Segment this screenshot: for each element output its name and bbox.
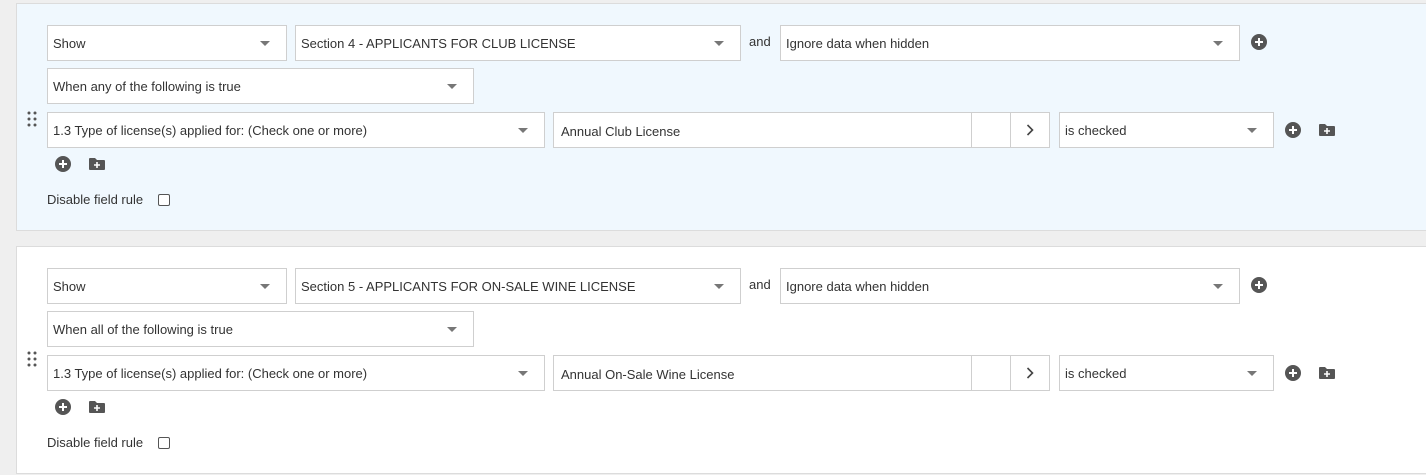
value-next-button[interactable] xyxy=(1010,113,1049,147)
operator-select[interactable]: is checked xyxy=(1059,355,1274,391)
action-select[interactable]: Show xyxy=(47,268,287,304)
disable-rule-checkbox[interactable] xyxy=(158,437,170,449)
add-condition-icon[interactable] xyxy=(1285,122,1301,138)
chevron-down-icon xyxy=(447,83,457,89)
add-condition-icon[interactable] xyxy=(55,156,71,172)
disable-rule-checkbox[interactable] xyxy=(158,194,170,206)
hidden-mode-select[interactable]: Ignore data when hidden xyxy=(780,268,1240,304)
hidden-mode-select[interactable]: Ignore data when hidden xyxy=(780,25,1240,61)
chevron-down-icon xyxy=(447,326,457,332)
drag-handle-icon[interactable] xyxy=(27,351,37,367)
drag-handle-icon[interactable] xyxy=(27,111,37,127)
add-group-folder-icon[interactable] xyxy=(1318,366,1336,380)
add-condition-icon[interactable] xyxy=(55,399,71,415)
disable-rule-label: Disable field rule xyxy=(47,435,144,450)
logic-select[interactable]: When all of the following is true xyxy=(47,311,474,347)
action-select[interactable]: Show xyxy=(47,25,287,61)
chevron-right-icon xyxy=(1026,367,1034,379)
chevron-down-icon xyxy=(260,283,270,289)
condition-field-select[interactable]: 1.3 Type of license(s) applied for: (Che… xyxy=(47,112,545,148)
chevron-down-icon xyxy=(1213,40,1223,46)
add-group-folder-icon[interactable] xyxy=(88,157,106,171)
condition-field-select[interactable]: 1.3 Type of license(s) applied for: (Che… xyxy=(47,355,545,391)
add-condition-icon[interactable] xyxy=(1285,365,1301,381)
field-rule-card: Show Section 5 - APPLICANTS FOR ON-SALE … xyxy=(16,246,1426,474)
add-rule-icon[interactable] xyxy=(1251,34,1267,50)
add-group-folder-icon[interactable] xyxy=(88,400,106,414)
add-group-folder-icon[interactable] xyxy=(1318,123,1336,137)
chevron-down-icon xyxy=(714,283,724,289)
field-rule-card: Show Section 4 - APPLICANTS FOR CLUB LIC… xyxy=(16,3,1426,231)
condition-value-select[interactable]: Annual On-Sale Wine License xyxy=(553,355,1050,391)
chevron-right-icon xyxy=(1026,124,1034,136)
chevron-down-icon xyxy=(1247,370,1257,376)
value-next-button[interactable] xyxy=(1010,356,1049,390)
chevron-down-icon xyxy=(1247,127,1257,133)
chevron-down-icon xyxy=(260,40,270,46)
disable-rule-label: Disable field rule xyxy=(47,192,144,207)
logic-select[interactable]: When any of the following is true xyxy=(47,68,474,104)
chevron-down-icon xyxy=(518,370,528,376)
value-dropdown-button[interactable] xyxy=(971,113,1010,147)
chevron-down-icon xyxy=(518,127,528,133)
chevron-down-icon xyxy=(1213,283,1223,289)
target-section-select[interactable]: Section 4 - APPLICANTS FOR CLUB LICENSE xyxy=(295,25,741,61)
add-rule-icon[interactable] xyxy=(1251,277,1267,293)
value-dropdown-button[interactable] xyxy=(971,356,1010,390)
operator-select[interactable]: is checked xyxy=(1059,112,1274,148)
condition-value-select[interactable]: Annual Club License xyxy=(553,112,1050,148)
chevron-down-icon xyxy=(714,40,724,46)
target-section-select[interactable]: Section 5 - APPLICANTS FOR ON-SALE WINE … xyxy=(295,268,741,304)
connector-label: and xyxy=(749,34,771,49)
connector-label: and xyxy=(749,277,771,292)
